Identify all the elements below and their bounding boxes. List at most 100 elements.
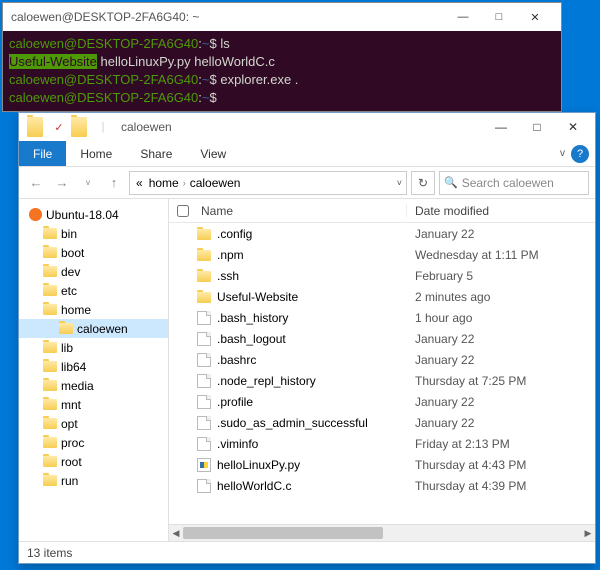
tree-node-etc[interactable]: etc [19, 281, 168, 300]
folder-icon [43, 266, 57, 277]
tree-root[interactable]: Ubuntu-18.04 [19, 205, 168, 224]
list-item[interactable]: .bash_logoutJanuary 22 [169, 328, 595, 349]
file-icon [197, 479, 211, 493]
folder-icon [197, 250, 211, 261]
tab-share[interactable]: Share [126, 143, 186, 165]
column-headers: Name Date modified [169, 199, 595, 223]
status-item-count: 13 items [27, 546, 72, 560]
nav-tree[interactable]: Ubuntu-18.04 binbootdevetchomecaloewenli… [19, 199, 169, 541]
terminal-title: caloewen@DESKTOP-2FA6G40: ~ [11, 10, 445, 24]
file-date: January 22 [407, 227, 595, 241]
scroll-left-icon[interactable]: ◀ [169, 525, 183, 542]
column-date[interactable]: Date modified [407, 204, 595, 218]
file-icon [197, 437, 211, 451]
terminal-body[interactable]: caloewen@DESKTOP-2FA6G40:~$ ls Useful-We… [3, 31, 561, 111]
tab-home[interactable]: Home [66, 143, 126, 165]
explorer-title: caloewen [121, 120, 172, 134]
horizontal-scrollbar[interactable]: ◀ ▶ [169, 524, 595, 541]
python-file-icon [197, 458, 211, 472]
refresh-button[interactable]: ↻ [411, 171, 435, 195]
list-item[interactable]: Useful-Website2 minutes ago [169, 286, 595, 307]
tree-node-mnt[interactable]: mnt [19, 395, 168, 414]
tree-node-lib[interactable]: lib [19, 338, 168, 357]
file-date: January 22 [407, 416, 595, 430]
list-item[interactable]: helloWorldC.cThursday at 4:39 PM [169, 475, 595, 496]
search-input[interactable]: 🔍 Search caloewen [439, 171, 589, 195]
folder-icon [43, 228, 57, 239]
close-button[interactable]: ✕ [555, 120, 591, 134]
list-item[interactable]: .npmWednesday at 1:11 PM [169, 244, 595, 265]
list-item[interactable]: .bashrcJanuary 22 [169, 349, 595, 370]
file-icon [197, 395, 211, 409]
file-date: 1 hour ago [407, 311, 595, 325]
list-item[interactable]: .sudo_as_admin_successfulJanuary 22 [169, 412, 595, 433]
column-name[interactable]: Name [197, 204, 407, 218]
qat-divider: | [93, 117, 113, 137]
scroll-right-icon[interactable]: ▶ [581, 525, 595, 542]
tab-view[interactable]: View [186, 143, 240, 165]
terminal-window: caloewen@DESKTOP-2FA6G40: ~ — □ ✕ caloew… [2, 2, 562, 112]
folder-icon [43, 361, 57, 372]
terminal-line: caloewen@DESKTOP-2FA6G40:~$ ls [9, 35, 555, 53]
tree-node-caloewen[interactable]: caloewen [19, 319, 168, 338]
folder-icon [43, 437, 57, 448]
file-date: 2 minutes ago [407, 290, 595, 304]
minimize-button[interactable]: — [445, 11, 481, 23]
nav-up-button[interactable]: ↑ [103, 172, 125, 194]
select-all-checkbox[interactable] [169, 205, 197, 217]
folder-icon [43, 285, 57, 296]
folder-icon [197, 229, 211, 240]
tree-node-media[interactable]: media [19, 376, 168, 395]
search-placeholder: Search caloewen [462, 176, 554, 190]
folder-icon [197, 292, 211, 303]
maximize-button[interactable]: □ [519, 120, 555, 134]
tree-node-run[interactable]: run [19, 471, 168, 490]
list-item[interactable]: .viminfoFriday at 2:13 PM [169, 433, 595, 454]
tree-node-opt[interactable]: opt [19, 414, 168, 433]
explorer-titlebar[interactable]: ✓ | caloewen — □ ✕ [19, 113, 595, 141]
breadcrumb[interactable]: home [147, 176, 181, 190]
list-item[interactable]: .profileJanuary 22 [169, 391, 595, 412]
path-prefix-icon[interactable]: « [134, 176, 145, 190]
ribbon: File Home Share View v ? [19, 141, 595, 167]
list-item[interactable]: .sshFebruary 5 [169, 265, 595, 286]
qat-folder-icon-2[interactable] [71, 117, 91, 137]
tree-node-dev[interactable]: dev [19, 262, 168, 281]
nav-history-icon[interactable]: ˅ [77, 172, 99, 194]
tree-node-proc[interactable]: proc [19, 433, 168, 452]
file-date: Wednesday at 1:11 PM [407, 248, 595, 262]
tree-node-bin[interactable]: bin [19, 224, 168, 243]
scroll-thumb[interactable] [183, 527, 383, 539]
minimize-button[interactable]: — [483, 120, 519, 134]
file-name: .bash_logout [217, 332, 286, 346]
tree-node-boot[interactable]: boot [19, 243, 168, 262]
path-dropdown-icon[interactable]: ˅ [397, 178, 402, 188]
nav-back-button[interactable]: ← [25, 172, 47, 194]
tree-node-lib64[interactable]: lib64 [19, 357, 168, 376]
maximize-button[interactable]: □ [481, 11, 517, 23]
nav-forward-button[interactable]: → [51, 172, 73, 194]
list-item[interactable]: helloLinuxPy.pyThursday at 4:43 PM [169, 454, 595, 475]
folder-icon [59, 323, 73, 334]
help-icon[interactable]: ? [571, 145, 589, 163]
list-item[interactable]: .bash_history1 hour ago [169, 307, 595, 328]
qat-check-icon[interactable]: ✓ [49, 117, 69, 137]
terminal-titlebar[interactable]: caloewen@DESKTOP-2FA6G40: ~ — □ ✕ [3, 3, 561, 31]
close-button[interactable]: ✕ [517, 11, 553, 24]
file-list[interactable]: .configJanuary 22.npmWednesday at 1:11 P… [169, 223, 595, 524]
file-date: January 22 [407, 353, 595, 367]
breadcrumb[interactable]: caloewen [188, 176, 243, 190]
file-name: .profile [217, 395, 253, 409]
file-icon [197, 332, 211, 346]
file-date: Thursday at 4:39 PM [407, 479, 595, 493]
tree-node-home[interactable]: home [19, 300, 168, 319]
file-tab[interactable]: File [19, 141, 66, 166]
file-list-panel: Name Date modified .configJanuary 22.npm… [169, 199, 595, 541]
qat-folder-icon[interactable] [27, 117, 47, 137]
list-item[interactable]: .configJanuary 22 [169, 223, 595, 244]
tree-node-root[interactable]: root [19, 452, 168, 471]
list-item[interactable]: .node_repl_historyThursday at 7:25 PM [169, 370, 595, 391]
ribbon-chevron-icon[interactable]: v [560, 148, 565, 159]
path-box[interactable]: « home › caloewen ˅ [129, 171, 407, 195]
folder-icon [43, 399, 57, 410]
